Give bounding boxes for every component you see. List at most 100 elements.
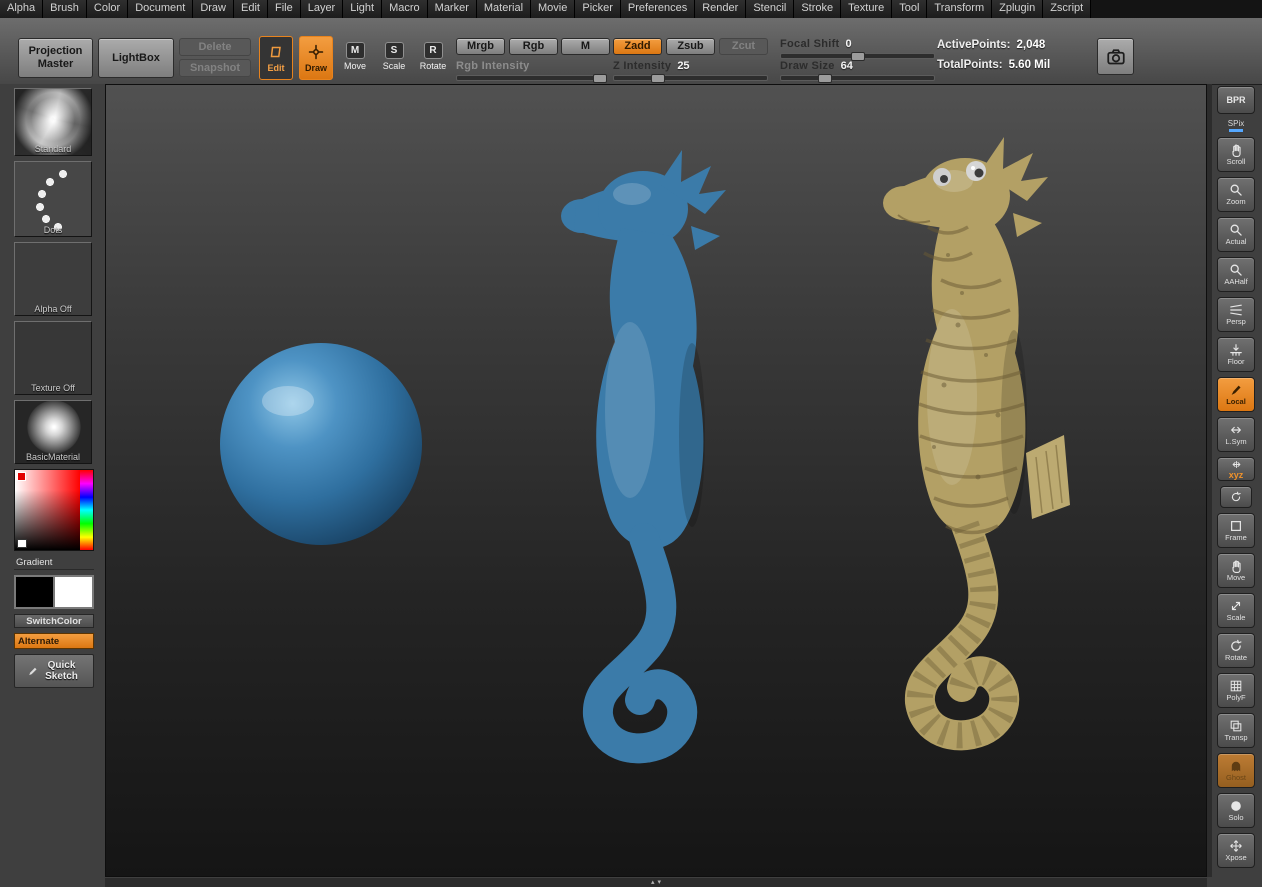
active-points-label: ActivePoints: bbox=[937, 39, 1011, 51]
color-picker[interactable] bbox=[14, 469, 94, 551]
menu-stroke[interactable]: Stroke bbox=[794, 0, 841, 18]
lightbox-button[interactable]: LightBox bbox=[98, 38, 174, 78]
rotate-mode-button[interactable]: R Rotate bbox=[417, 42, 449, 71]
menu-brush[interactable]: Brush bbox=[43, 0, 87, 18]
move-mode-button[interactable]: M Move bbox=[340, 42, 370, 71]
menu-zplugin[interactable]: Zplugin bbox=[992, 0, 1043, 18]
menu-material[interactable]: Material bbox=[477, 0, 531, 18]
scroll-down-arrow-icon[interactable]: ▾ bbox=[658, 879, 662, 886]
scroll-button[interactable]: Scroll bbox=[1217, 137, 1255, 172]
actual-size-button[interactable]: Actual bbox=[1217, 217, 1255, 252]
zadd-button[interactable]: Zadd bbox=[613, 38, 662, 55]
document-canvas[interactable] bbox=[105, 84, 1207, 877]
menu-picker[interactable]: Picker bbox=[575, 0, 621, 18]
z-intensity-handle[interactable] bbox=[651, 74, 665, 83]
bpr-button[interactable]: BPR bbox=[1217, 86, 1255, 114]
secondary-color-swatch[interactable] bbox=[54, 575, 94, 609]
xyz-axis-button[interactable]: xyz bbox=[1217, 457, 1255, 481]
menu-stencil[interactable]: Stencil bbox=[746, 0, 794, 18]
ghost-icon bbox=[1229, 759, 1243, 773]
polyframe-button[interactable]: PolyF bbox=[1217, 673, 1255, 708]
menu-movie[interactable]: Movie bbox=[531, 0, 575, 18]
persp-button[interactable]: Persp bbox=[1217, 297, 1255, 332]
menu-light[interactable]: Light bbox=[343, 0, 382, 18]
rgb-intensity-track[interactable] bbox=[456, 75, 606, 81]
grid-icon bbox=[1229, 679, 1243, 693]
store-snapshot-camera-button[interactable] bbox=[1097, 38, 1134, 75]
rgb-button[interactable]: Rgb bbox=[509, 38, 558, 55]
spix-button[interactable]: SPix bbox=[1218, 119, 1254, 132]
magnifier-icon bbox=[1229, 183, 1243, 197]
m-button[interactable]: M bbox=[561, 38, 610, 55]
material-thumbnail[interactable]: BasicMaterial bbox=[14, 400, 92, 464]
alpha-thumbnail[interactable]: Alpha Off bbox=[14, 242, 92, 316]
scroll-up-arrow-icon[interactable]: ▴ bbox=[651, 879, 655, 886]
ghost-button[interactable]: Ghost bbox=[1217, 753, 1255, 788]
actual-label: Actual bbox=[1226, 238, 1247, 246]
z-intensity-slider[interactable]: Z Intensity 25 bbox=[613, 60, 768, 81]
canvas-scrollbar-horizontal[interactable]: ▴ ▾ bbox=[105, 878, 1207, 887]
gradient-button[interactable]: Gradient bbox=[14, 556, 94, 570]
solo-button[interactable]: Solo bbox=[1217, 793, 1255, 828]
menu-marker[interactable]: Marker bbox=[428, 0, 477, 18]
stroke-thumbnail[interactable]: Dots bbox=[14, 161, 92, 237]
hue-strip[interactable] bbox=[80, 470, 93, 550]
scale-mode-button[interactable]: S Scale bbox=[379, 42, 409, 71]
overlapping-squares-icon bbox=[1229, 719, 1243, 733]
switch-color-button[interactable]: SwitchColor bbox=[14, 614, 94, 628]
edit-mode-button[interactable]: Edit bbox=[259, 36, 293, 80]
menu-document[interactable]: Document bbox=[128, 0, 193, 18]
brush-thumbnail[interactable]: Standard bbox=[14, 88, 92, 156]
move-view-button[interactable]: Move bbox=[1217, 553, 1255, 588]
menu-zscript[interactable]: Zscript bbox=[1043, 0, 1091, 18]
menu-texture[interactable]: Texture bbox=[841, 0, 892, 18]
menu-edit[interactable]: Edit bbox=[234, 0, 268, 18]
rgb-intensity-slider[interactable]: Rgb Intensity bbox=[456, 60, 606, 81]
saturation-value-square[interactable] bbox=[15, 470, 80, 550]
menu-bar: Alpha Brush Color Document Draw Edit Fil… bbox=[0, 0, 1262, 18]
focal-shift-track[interactable] bbox=[780, 53, 935, 59]
menu-draw[interactable]: Draw bbox=[193, 0, 234, 18]
snapshot-button[interactable]: Snapshot bbox=[179, 59, 251, 77]
local-button[interactable]: Local bbox=[1217, 377, 1255, 412]
alternate-button[interactable]: Alternate bbox=[14, 633, 94, 649]
draw-size-track[interactable] bbox=[780, 75, 935, 81]
menu-layer[interactable]: Layer bbox=[301, 0, 344, 18]
zcut-button[interactable]: Zcut bbox=[719, 38, 768, 55]
menu-alpha[interactable]: Alpha bbox=[0, 0, 43, 18]
zoom-button[interactable]: Zoom bbox=[1217, 177, 1255, 212]
free-rotate-button[interactable] bbox=[1220, 486, 1252, 508]
xpose-button[interactable]: Xpose bbox=[1217, 833, 1255, 868]
focal-shift-slider[interactable]: Focal Shift 0 bbox=[780, 38, 935, 59]
zsub-button[interactable]: Zsub bbox=[666, 38, 715, 55]
floor-button[interactable]: Floor bbox=[1217, 337, 1255, 372]
frame-button[interactable]: Frame bbox=[1217, 513, 1255, 548]
draw-size-handle[interactable] bbox=[818, 74, 832, 83]
aahalf-button[interactable]: AAHalf bbox=[1217, 257, 1255, 292]
rotate-view-button[interactable]: Rotate bbox=[1217, 633, 1255, 668]
delete-button[interactable]: Delete bbox=[179, 38, 251, 56]
menu-render[interactable]: Render bbox=[695, 0, 746, 18]
menu-file[interactable]: File bbox=[268, 0, 301, 18]
menu-tool[interactable]: Tool bbox=[892, 0, 927, 18]
texture-thumbnail[interactable]: Texture Off bbox=[14, 321, 92, 395]
menu-transform[interactable]: Transform bbox=[927, 0, 992, 18]
z-intensity-track[interactable] bbox=[613, 75, 768, 81]
canvas-scrollbar-vertical[interactable] bbox=[1207, 84, 1212, 877]
quick-sketch-button[interactable]: Quick Sketch bbox=[14, 654, 94, 688]
menu-macro[interactable]: Macro bbox=[382, 0, 428, 18]
projection-master-button[interactable]: Projection Master bbox=[18, 38, 93, 78]
main-color-swatch[interactable] bbox=[14, 575, 54, 609]
rgb-intensity-handle[interactable] bbox=[593, 74, 607, 83]
seahorse-textured-model[interactable] bbox=[883, 137, 1070, 735]
mrgb-button[interactable]: Mrgb bbox=[456, 38, 505, 55]
sphere-model[interactable] bbox=[220, 343, 422, 545]
transparency-button[interactable]: Transp bbox=[1217, 713, 1255, 748]
seahorse-sculpt-model[interactable] bbox=[561, 150, 726, 748]
scale-view-button[interactable]: Scale bbox=[1217, 593, 1255, 628]
menu-color[interactable]: Color bbox=[87, 0, 128, 18]
draw-mode-button[interactable]: Draw bbox=[299, 36, 333, 80]
lsym-button[interactable]: L.Sym bbox=[1217, 417, 1255, 452]
menu-preferences[interactable]: Preferences bbox=[621, 0, 695, 18]
draw-size-slider[interactable]: Draw Size 64 bbox=[780, 60, 935, 81]
